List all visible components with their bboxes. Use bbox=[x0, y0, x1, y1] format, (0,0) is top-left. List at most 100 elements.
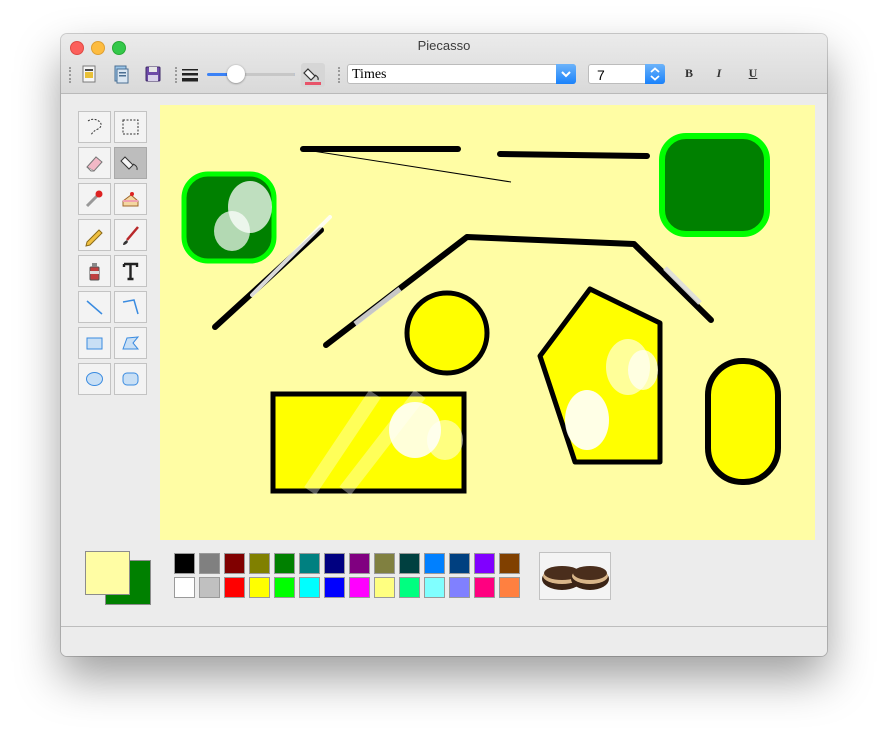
cake-icon bbox=[122, 192, 139, 207]
font-family-select[interactable]: Times bbox=[347, 64, 576, 84]
cookie-sandwich-icon bbox=[542, 566, 609, 590]
canvas-stroke bbox=[353, 287, 402, 326]
palette-swatch[interactable] bbox=[174, 577, 195, 598]
eraser-icon bbox=[86, 156, 103, 172]
palette-swatch[interactable] bbox=[224, 553, 245, 574]
window-title: Piecasso bbox=[417, 38, 471, 53]
drawing-canvas[interactable] bbox=[160, 105, 815, 540]
toolbar-grip bbox=[338, 67, 342, 83]
palette-swatch[interactable] bbox=[474, 553, 495, 574]
rounded-rect-icon bbox=[122, 372, 139, 386]
canvas-shape bbox=[404, 290, 490, 376]
polyline-tool[interactable] bbox=[114, 291, 147, 323]
new-document-button[interactable] bbox=[78, 63, 100, 85]
ellipse-tool[interactable] bbox=[78, 363, 111, 395]
save-button[interactable] bbox=[142, 63, 164, 85]
toolbar-grip bbox=[69, 67, 73, 83]
line-width-slider-rest[interactable] bbox=[237, 73, 295, 76]
eyedropper-icon bbox=[85, 190, 103, 208]
line-width-button[interactable] bbox=[179, 63, 201, 85]
status-bar bbox=[61, 626, 827, 656]
palette-swatch[interactable] bbox=[499, 553, 520, 574]
palette-swatch[interactable] bbox=[399, 577, 420, 598]
palette-swatch[interactable] bbox=[374, 577, 395, 598]
canvas-drawing bbox=[181, 133, 781, 496]
new-document-icon bbox=[82, 65, 96, 83]
palette-swatch[interactable] bbox=[399, 553, 420, 574]
rect-select-tool[interactable] bbox=[114, 111, 147, 143]
ellipse-icon bbox=[86, 372, 103, 386]
paint-bucket-icon bbox=[303, 68, 321, 85]
palette-swatch[interactable] bbox=[274, 553, 295, 574]
palette-swatch[interactable] bbox=[424, 553, 445, 574]
palette-swatch[interactable] bbox=[324, 577, 345, 598]
palette-swatch[interactable] bbox=[349, 553, 370, 574]
font-family-value: Times bbox=[352, 67, 387, 82]
color-selector[interactable] bbox=[83, 549, 153, 609]
marquee-icon bbox=[122, 119, 139, 135]
palette-swatch[interactable] bbox=[224, 577, 245, 598]
stamp-tool[interactable] bbox=[114, 183, 147, 215]
foreground-color-well[interactable] bbox=[85, 551, 130, 595]
palette-swatch[interactable] bbox=[424, 577, 445, 598]
text-tool[interactable] bbox=[114, 255, 147, 287]
rectangle-icon bbox=[86, 337, 103, 350]
palette-swatch[interactable] bbox=[374, 553, 395, 574]
canvas-shape bbox=[214, 211, 250, 251]
line-width-slider-knob[interactable] bbox=[227, 65, 245, 83]
paint-bucket-icon bbox=[120, 156, 138, 171]
title-bar: Piecasso Times 7 B I U bbox=[61, 34, 827, 94]
fill-mode-button[interactable] bbox=[301, 63, 325, 87]
rectangle-tool[interactable] bbox=[78, 327, 111, 359]
underline-button[interactable]: U bbox=[745, 66, 761, 81]
line-icon bbox=[86, 300, 103, 315]
palette-swatch[interactable] bbox=[249, 553, 270, 574]
palette-swatch[interactable] bbox=[249, 577, 270, 598]
palette-swatch[interactable] bbox=[324, 553, 345, 574]
polygon-icon bbox=[122, 336, 140, 350]
canvas-stroke bbox=[663, 266, 702, 305]
eraser-tool[interactable] bbox=[78, 147, 111, 179]
fill-bucket-tool[interactable] bbox=[114, 147, 147, 179]
palette-swatch[interactable] bbox=[299, 577, 320, 598]
lasso-icon bbox=[87, 118, 102, 136]
polygon-tool[interactable] bbox=[114, 327, 147, 359]
spray-can-icon bbox=[89, 263, 100, 281]
canvas-stroke bbox=[299, 148, 512, 183]
save-icon bbox=[145, 66, 161, 82]
canvas-stroke bbox=[497, 151, 650, 159]
palette-swatch[interactable] bbox=[449, 553, 470, 574]
line-width-icon bbox=[182, 69, 198, 82]
polyline-icon bbox=[122, 299, 139, 315]
canvas-shape bbox=[565, 390, 609, 450]
rounded-rect-tool[interactable] bbox=[114, 363, 147, 395]
palette-swatch[interactable] bbox=[199, 577, 220, 598]
palette-swatch[interactable] bbox=[449, 577, 470, 598]
font-size-field[interactable]: 7 bbox=[588, 64, 665, 84]
palette-swatch[interactable] bbox=[499, 577, 520, 598]
eyedropper-tool[interactable] bbox=[78, 183, 111, 215]
open-icon bbox=[114, 65, 129, 84]
stamp-preview[interactable] bbox=[539, 552, 611, 600]
line-tool[interactable] bbox=[78, 291, 111, 323]
palette-swatch[interactable] bbox=[199, 553, 220, 574]
palette-swatch[interactable] bbox=[274, 577, 295, 598]
palette-swatch[interactable] bbox=[174, 553, 195, 574]
stepper-icon[interactable] bbox=[645, 64, 665, 84]
spray-tool[interactable] bbox=[78, 255, 111, 287]
palette-swatch[interactable] bbox=[299, 553, 320, 574]
app-window: Piecasso Times 7 B I U bbox=[61, 34, 827, 656]
palette-swatch[interactable] bbox=[474, 577, 495, 598]
lasso-select-tool[interactable] bbox=[78, 111, 111, 143]
canvas-shape bbox=[659, 133, 770, 237]
italic-button[interactable]: I bbox=[711, 66, 727, 81]
open-button[interactable] bbox=[110, 63, 132, 85]
font-size-value: 7 bbox=[597, 67, 605, 83]
bold-button[interactable]: B bbox=[681, 66, 697, 81]
palette-swatch[interactable] bbox=[349, 577, 370, 598]
text-icon bbox=[122, 262, 139, 281]
brush-tool[interactable] bbox=[114, 219, 147, 251]
pencil-icon bbox=[85, 229, 103, 247]
pencil-tool[interactable] bbox=[78, 219, 111, 251]
chevron-down-icon[interactable] bbox=[556, 64, 576, 84]
